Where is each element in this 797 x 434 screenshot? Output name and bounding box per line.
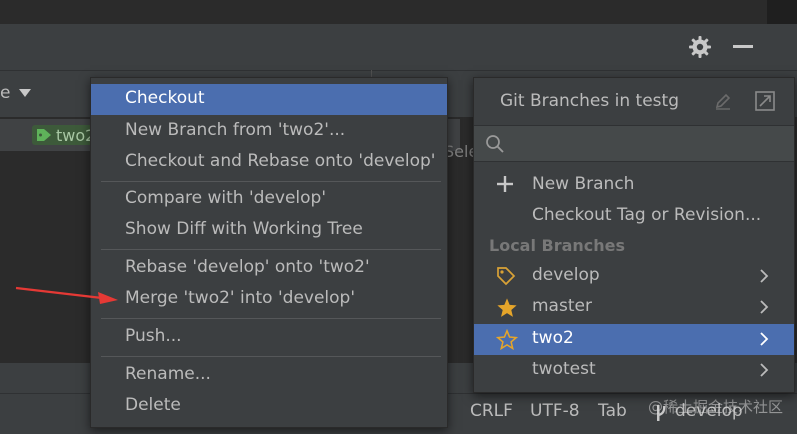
tag-icon	[37, 129, 51, 141]
gear-icon[interactable]	[688, 35, 712, 59]
line-separator-status[interactable]: CRLF	[470, 401, 513, 421]
popup-title: Git Branches in testg	[500, 91, 679, 111]
search-icon	[486, 135, 504, 153]
branch-item-two2[interactable]: two2	[474, 324, 794, 355]
menu-item-rebase[interactable]: Rebase 'develop' onto 'two2'	[91, 253, 447, 284]
menu-item-new-branch[interactable]: New Branch from 'two2'...	[91, 116, 447, 147]
menu-item-checkout[interactable]: Checkout	[91, 84, 447, 115]
tag-icon	[497, 267, 516, 286]
column-header-fragment: e	[0, 83, 11, 103]
menu-separator	[101, 181, 441, 182]
expand-icon[interactable]	[754, 90, 776, 112]
encoding-status[interactable]: UTF-8	[530, 401, 580, 421]
menu-item-compare[interactable]: Compare with 'develop'	[91, 184, 447, 215]
branch-context-menu: Checkout New Branch from 'two2'... Check…	[90, 77, 448, 428]
menu-item-show-diff[interactable]: Show Diff with Working Tree	[91, 215, 447, 246]
pencil-icon[interactable]	[714, 92, 732, 110]
new-branch-action[interactable]: New Branch	[474, 170, 794, 201]
window-top-bar	[0, 0, 797, 24]
menu-item-rename[interactable]: Rename...	[91, 360, 447, 391]
menu-item-merge[interactable]: Merge 'two2' into 'develop'	[91, 284, 447, 315]
git-branches-popup: Git Branches in testg New Branch Checkou…	[473, 77, 795, 393]
tool-window-header	[0, 24, 797, 70]
menu-separator	[101, 249, 441, 250]
chevron-right-icon	[760, 363, 769, 377]
menu-item-checkout-rebase[interactable]: Checkout and Rebase onto 'develop'	[91, 147, 447, 178]
branch-item-twotest[interactable]: twotest	[474, 355, 794, 386]
minimize-icon[interactable]	[733, 45, 753, 48]
chevron-right-icon	[760, 269, 769, 283]
branch-item-develop[interactable]: develop	[474, 261, 794, 292]
menu-item-delete[interactable]: Delete	[91, 391, 447, 422]
local-branches-header: Local Branches	[489, 236, 626, 255]
branch-item-master[interactable]: master	[474, 292, 794, 323]
watermark: @稀土掘金技术社区	[648, 398, 784, 416]
branch-search-input[interactable]	[474, 125, 794, 162]
menu-separator	[101, 356, 441, 357]
chevron-right-icon	[760, 332, 769, 346]
annotation-arrow-icon	[15, 286, 118, 304]
chevron-right-icon	[760, 300, 769, 314]
plus-icon	[497, 176, 513, 192]
window-top-corner	[767, 0, 797, 24]
menu-separator	[101, 318, 441, 319]
dropdown-arrow-icon[interactable]	[19, 89, 31, 97]
star-filled-icon	[497, 298, 517, 317]
checkout-tag-action[interactable]: Checkout Tag or Revision...	[474, 201, 794, 232]
menu-item-push[interactable]: Push...	[91, 322, 447, 353]
indent-status[interactable]: Tab	[598, 401, 627, 421]
star-outline-icon	[496, 329, 518, 351]
